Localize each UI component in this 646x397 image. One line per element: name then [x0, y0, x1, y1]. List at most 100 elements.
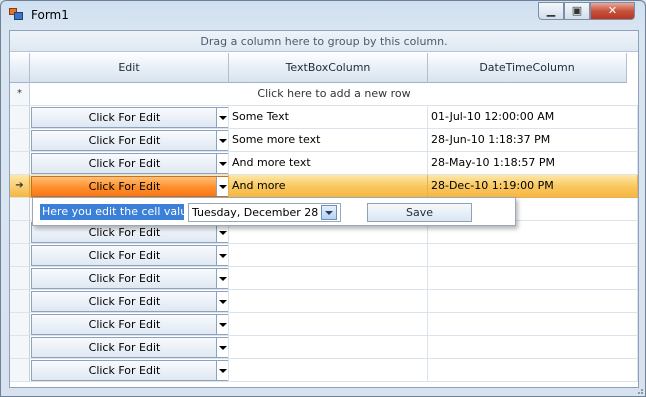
edit-button-label: Click For Edit	[88, 341, 161, 354]
row-indicator[interactable]	[10, 290, 30, 313]
textbox-cell[interactable]: Some more text	[229, 129, 428, 152]
column-header-textbox[interactable]: TextBoxColumn	[229, 53, 428, 83]
row-indicator[interactable]	[10, 106, 30, 129]
datetime-cell[interactable]	[428, 290, 638, 313]
click-for-edit-button[interactable]: Click For Edit	[31, 291, 228, 312]
datetime-cell[interactable]: 28-May-10 1:18:57 PM	[428, 152, 638, 175]
click-for-edit-button[interactable]: Click For Edit	[31, 130, 228, 151]
click-for-edit-button[interactable]: Click For Edit	[31, 360, 228, 381]
row-indicator[interactable]	[10, 359, 30, 382]
group-by-panel[interactable]: Drag a column here to group by this colu…	[10, 31, 638, 52]
table-row[interactable]: Click For Edit	[10, 313, 638, 336]
data-grid[interactable]: Drag a column here to group by this colu…	[9, 30, 639, 388]
table-row[interactable]: Click For Edit And more text 28-May-10 1:1…	[10, 152, 638, 175]
textbox-cell[interactable]	[229, 313, 428, 336]
edit-cell: Click For Edit	[30, 290, 229, 313]
textbox-cell[interactable]: And more	[229, 175, 428, 198]
save-button[interactable]: Save	[367, 203, 472, 222]
row-indicator[interactable]	[10, 152, 30, 175]
edit-cell: Click For Edit	[30, 106, 229, 129]
calendar-dropdown-icon[interactable]	[321, 205, 337, 220]
datetime-cell[interactable]	[428, 336, 638, 359]
column-header-edit[interactable]: Edit	[30, 53, 229, 83]
row-edit-form: Here you edit the cell value Tuesday, De…	[32, 197, 516, 226]
edit-button-label: Click For Edit	[88, 272, 161, 285]
dropdown-arrow-icon[interactable]	[216, 269, 228, 288]
dropdown-arrow-icon[interactable]	[216, 315, 228, 334]
edit-cell: Click For Edit	[30, 267, 229, 290]
table-row[interactable]: Click For Edit	[10, 244, 638, 267]
date-picker[interactable]: Tuesday, December 28, 2010	[188, 203, 341, 222]
close-button[interactable]: ✕	[590, 2, 635, 20]
edit-button-label: Click For Edit	[88, 111, 161, 124]
click-for-edit-button[interactable]: Click For Edit	[31, 314, 228, 335]
row-indicator[interactable]	[10, 198, 30, 221]
table-row[interactable]: Click For Edit Some more text 28-Jun-10 1:…	[10, 129, 638, 152]
row-indicator[interactable]	[10, 313, 30, 336]
new-row[interactable]: * Click here to add a new row	[10, 83, 638, 106]
datetime-cell[interactable]	[428, 313, 638, 336]
edit-cell: Click For Edit	[30, 129, 229, 152]
textbox-cell[interactable]	[229, 359, 428, 382]
click-for-edit-button[interactable]: Click For Edit	[31, 268, 228, 289]
dropdown-arrow-icon[interactable]	[216, 361, 228, 380]
row-indicator[interactable]	[10, 244, 30, 267]
table-row[interactable]: Click For Edit	[10, 359, 638, 382]
textbox-cell[interactable]: And more text	[229, 152, 428, 175]
edit-cell: Click For Edit	[30, 244, 229, 267]
click-for-edit-button[interactable]: Click For Edit	[31, 245, 228, 266]
window-title: Form1	[31, 8, 69, 22]
click-for-edit-button[interactable]: Click For Edit	[31, 337, 228, 358]
textbox-cell[interactable]	[229, 267, 428, 290]
edit-cell: Click For Edit	[30, 175, 229, 198]
dropdown-arrow-icon[interactable]	[216, 246, 228, 265]
click-for-edit-button[interactable]: Click For Edit	[31, 107, 228, 128]
datetime-cell[interactable]: 28-Jun-10 1:18:37 PM	[428, 129, 638, 152]
resize-grip-icon[interactable]	[635, 386, 643, 394]
edit-cell: Click For Edit	[30, 313, 229, 336]
datetime-cell[interactable]: 01-Jul-10 12:00:00 AM	[428, 106, 638, 129]
row-indicator[interactable]	[10, 129, 30, 152]
minimize-button[interactable]: ▁	[538, 2, 564, 20]
click-for-edit-button[interactable]: Click For Edit	[31, 153, 228, 174]
edit-cell: Click For Edit	[30, 152, 229, 175]
form1-window: Form1 ▁ ▣ ✕ Drag a column here to group …	[0, 0, 646, 397]
maximize-button[interactable]: ▣	[564, 2, 590, 20]
current-row-indicator-icon[interactable]: ➔	[10, 175, 30, 198]
dropdown-arrow-icon[interactable]	[216, 154, 228, 173]
textbox-cell[interactable]: Some Text	[229, 106, 428, 129]
datetime-cell[interactable]	[428, 359, 638, 382]
datetime-cell[interactable]	[428, 267, 638, 290]
textbox-cell[interactable]	[229, 244, 428, 267]
date-picker-value[interactable]: Tuesday, December 28, 2010	[192, 204, 319, 221]
app-icon[interactable]	[9, 8, 23, 20]
datetime-cell[interactable]	[428, 244, 638, 267]
row-indicator[interactable]	[10, 336, 30, 359]
edit-button-label: Click For Edit	[88, 134, 161, 147]
edit-cell: Click For Edit	[30, 336, 229, 359]
table-row[interactable]: Click For Edit	[10, 267, 638, 290]
row-indicator[interactable]	[10, 221, 30, 244]
row-header-corner	[10, 53, 30, 83]
click-for-edit-button[interactable]: Click For Edit	[31, 176, 228, 197]
dropdown-arrow-icon[interactable]	[216, 338, 228, 357]
column-header-datetime[interactable]: DateTimeColumn	[428, 53, 627, 83]
dropdown-arrow-icon[interactable]	[216, 292, 228, 311]
title-bar[interactable]: Form1 ▁ ▣ ✕	[1, 1, 645, 28]
dropdown-arrow-icon[interactable]	[216, 108, 228, 127]
row-indicator[interactable]	[10, 267, 30, 290]
edit-button-label: Click For Edit	[88, 364, 161, 377]
edit-button-label: Click For Edit	[88, 318, 161, 331]
dropdown-arrow-icon[interactable]	[216, 177, 228, 196]
table-row[interactable]: ➔ Click For Edit And more 28-Dec-10 1:19:00…	[10, 175, 638, 198]
textbox-cell[interactable]	[229, 336, 428, 359]
edit-button-label: Click For Edit	[88, 180, 161, 193]
textbox-cell[interactable]	[229, 290, 428, 313]
datetime-cell[interactable]: 28-Dec-10 1:19:00 PM	[428, 175, 638, 198]
table-row[interactable]: Click For Edit Some Text 01-Jul-10 12:00:0…	[10, 106, 638, 129]
add-new-row-prompt[interactable]: Click here to add a new row	[30, 83, 638, 106]
cell-value-input[interactable]: Here you edit the cell value	[40, 204, 184, 220]
dropdown-arrow-icon[interactable]	[216, 131, 228, 150]
table-row[interactable]: Click For Edit	[10, 290, 638, 313]
table-row[interactable]: Click For Edit	[10, 336, 638, 359]
